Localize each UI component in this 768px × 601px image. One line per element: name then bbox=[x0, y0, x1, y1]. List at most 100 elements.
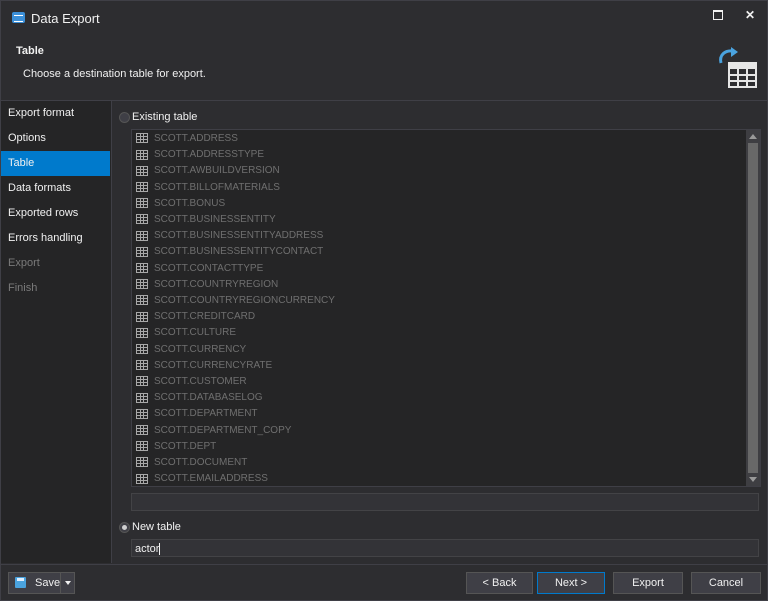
list-item[interactable]: SCOTT.BONUS bbox=[136, 196, 225, 212]
list-item[interactable]: SCOTT.CULTURE bbox=[136, 325, 236, 341]
scroll-up-icon[interactable] bbox=[749, 134, 757, 139]
list-item[interactable]: SCOTT.BUSINESSENTITYADDRESS bbox=[136, 228, 323, 244]
list-item[interactable]: SCOTT.BILLOFMATERIALS bbox=[136, 180, 280, 196]
table-grid-icon bbox=[136, 441, 148, 452]
save-dropdown-button[interactable] bbox=[60, 572, 75, 594]
floppy-disk-icon bbox=[15, 577, 26, 588]
save-label: Save bbox=[35, 577, 61, 589]
title-bar: Data Export ✕ bbox=[1, 1, 767, 35]
nav-item-export-format[interactable]: Export format bbox=[1, 101, 110, 126]
list-item-label: SCOTT.AWBUILDVERSION bbox=[154, 165, 280, 177]
table-filter-input[interactable] bbox=[131, 493, 759, 511]
list-item-label: SCOTT.DEPARTMENT_COPY bbox=[154, 424, 292, 436]
list-item[interactable]: SCOTT.BUSINESSENTITY bbox=[136, 212, 276, 228]
new-table-radio[interactable] bbox=[119, 522, 130, 533]
nav-item-export: Export bbox=[8, 257, 40, 269]
list-item-label: SCOTT.DEPARTMENT bbox=[154, 408, 258, 420]
list-item-label: SCOTT.DATABASELOG bbox=[154, 392, 263, 404]
table-grid-icon bbox=[136, 327, 148, 338]
list-item-label: SCOTT.BUSINESSENTITYCONTACT bbox=[154, 246, 324, 258]
list-item[interactable]: SCOTT.EMAILADDRESS bbox=[136, 471, 268, 486]
next-button[interactable]: Next > bbox=[537, 572, 605, 594]
list-item-label: SCOTT.CONTACTTYPE bbox=[154, 262, 264, 274]
list-item-label: SCOTT.DOCUMENT bbox=[154, 457, 248, 468]
list-item[interactable]: SCOTT.COUNTRYREGION bbox=[136, 277, 278, 293]
list-item[interactable]: SCOTT.CONTACTTYPE bbox=[136, 261, 263, 277]
list-item[interactable]: SCOTT.DEPARTMENT bbox=[136, 406, 258, 422]
table-grid-icon bbox=[136, 473, 148, 484]
table-grid-icon bbox=[136, 198, 148, 209]
wizard-header: Table Choose a destination table for exp… bbox=[1, 35, 767, 101]
table-grid-icon bbox=[136, 262, 148, 273]
list-item-label: SCOTT.BUSINESSENTITYADDRESS bbox=[154, 230, 324, 242]
list-item[interactable]: SCOTT.AWBUILDVERSION bbox=[136, 163, 280, 179]
list-item[interactable]: SCOTT.CURRENCY bbox=[136, 342, 246, 358]
cancel-button[interactable]: Cancel bbox=[691, 572, 761, 594]
list-item-label: SCOTT.COUNTRYREGIONCURRENCY bbox=[154, 295, 335, 306]
table-grid-icon bbox=[136, 279, 148, 290]
scroll-down-icon[interactable] bbox=[749, 477, 757, 482]
save-button[interactable]: Save bbox=[8, 572, 68, 594]
nav-item-table[interactable]: Table bbox=[1, 151, 110, 176]
maximize-button[interactable] bbox=[707, 7, 729, 23]
nav-item-options[interactable]: Options bbox=[1, 126, 110, 151]
table-grid-icon bbox=[136, 295, 148, 306]
data-export-icon bbox=[12, 12, 25, 23]
list-item[interactable]: SCOTT.DEPT bbox=[136, 439, 216, 455]
scroll-thumb[interactable] bbox=[748, 143, 758, 473]
table-grid-icon bbox=[136, 408, 148, 419]
list-item[interactable]: SCOTT.CURRENCYRATE bbox=[136, 358, 272, 374]
list-item[interactable]: SCOTT.CREDITCARD bbox=[136, 309, 255, 325]
text-caret bbox=[159, 543, 161, 556]
table-export-icon bbox=[719, 47, 757, 88]
table-grid-icon bbox=[136, 230, 148, 241]
table-grid-icon bbox=[136, 457, 148, 468]
new-table-label[interactable]: New table bbox=[132, 521, 181, 533]
list-item[interactable]: SCOTT.ADDRESSTYPE bbox=[136, 147, 264, 163]
list-item[interactable]: SCOTT.DEPARTMENT_COPY bbox=[136, 423, 291, 439]
close-button[interactable]: ✕ bbox=[739, 7, 761, 23]
table-grid-icon bbox=[136, 165, 148, 176]
list-item[interactable]: SCOTT.DOCUMENT bbox=[136, 455, 247, 471]
list-item-label: SCOTT.CREDITCARD bbox=[154, 311, 256, 323]
data-export-dialog: Data Export ✕ Table Choose a destination… bbox=[0, 0, 768, 601]
list-item-label: SCOTT.EMAILADDRESS bbox=[154, 473, 268, 485]
new-table-input[interactable]: actor bbox=[131, 539, 759, 557]
list-item[interactable]: SCOTT.ADDRESS bbox=[136, 131, 238, 147]
table-grid-icon bbox=[136, 133, 148, 144]
table-grid-icon bbox=[136, 343, 148, 354]
existing-table-radio[interactable] bbox=[119, 112, 130, 123]
list-item-label: SCOTT.BILLOFMATERIALS bbox=[154, 181, 280, 193]
page-description: Choose a destination table for export. bbox=[23, 68, 206, 80]
wizard-nav: Export format Options Table Data formats… bbox=[1, 101, 112, 563]
list-item-label: SCOTT.CURRENCY bbox=[154, 343, 247, 355]
list-item[interactable]: SCOTT.COUNTRYREGIONCURRENCY bbox=[136, 293, 335, 309]
list-item-label: SCOTT.ADDRESSTYPE bbox=[154, 149, 265, 161]
existing-table-label[interactable]: Existing table bbox=[132, 111, 197, 123]
list-item[interactable]: SCOTT.DATABASELOG bbox=[136, 390, 263, 406]
list-item[interactable]: SCOTT.BUSINESSENTITYCONTACT bbox=[136, 244, 323, 260]
back-button[interactable]: < Back bbox=[466, 572, 533, 594]
header-divider bbox=[1, 100, 767, 101]
list-item-label: SCOTT.ADDRESS bbox=[154, 133, 238, 144]
table-grid-icon bbox=[136, 376, 148, 387]
table-grid-icon bbox=[136, 360, 148, 371]
chevron-down-icon bbox=[64, 581, 71, 586]
table-grid-icon bbox=[136, 214, 148, 225]
vertical-scrollbar[interactable] bbox=[746, 130, 760, 486]
list-item-label: SCOTT.BONUS bbox=[154, 197, 226, 209]
export-button[interactable]: Export bbox=[613, 572, 683, 594]
list-item-label: SCOTT.CURRENCYRATE bbox=[154, 359, 273, 371]
nav-item-exported-rows[interactable]: Exported rows bbox=[1, 201, 110, 226]
list-item-label: SCOTT.COUNTRYREGION bbox=[154, 278, 279, 290]
table-grid-icon bbox=[136, 246, 148, 257]
nav-item-data-formats[interactable]: Data formats bbox=[1, 176, 110, 201]
table-grid-icon bbox=[136, 311, 148, 322]
nav-item-errors-handling[interactable]: Errors handling bbox=[1, 226, 110, 251]
close-icon: ✕ bbox=[744, 8, 756, 22]
new-table-value: actor bbox=[135, 543, 160, 555]
list-item-label: SCOTT.CUSTOMER bbox=[154, 376, 247, 387]
table-grid-icon bbox=[136, 392, 148, 403]
list-item[interactable]: SCOTT.CUSTOMER bbox=[136, 374, 247, 390]
existing-table-list[interactable]: SCOTT.ADDRESS SCOTT.ADDRESSTYPE SCOTT.AWBU… bbox=[131, 129, 761, 487]
